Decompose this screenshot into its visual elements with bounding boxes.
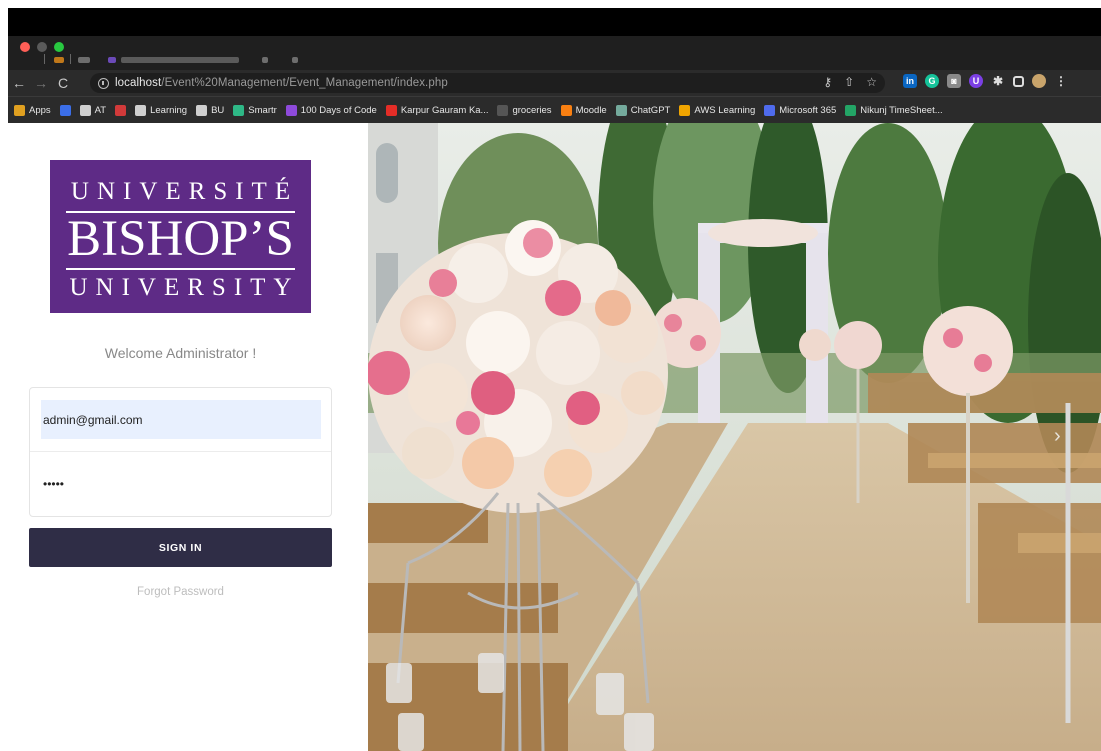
logo-rule-bottom [66, 268, 295, 270]
grammarly-icon[interactable]: G [925, 74, 939, 88]
bookmark-label: BU [211, 104, 225, 116]
url-host: localhost [115, 77, 162, 89]
new-tab-icon[interactable] [292, 57, 298, 63]
camera-icon[interactable]: ◙ [947, 74, 961, 88]
bookmark-label: Smartr [248, 104, 277, 116]
apps-grid-icon [14, 104, 25, 116]
bookmark-red-icon [115, 104, 127, 116]
page: ← → C localhost/Event%20Management/Event… [0, 0, 1101, 751]
bookmark-blue-icon [59, 104, 71, 116]
bookmark-label: groceries [512, 104, 552, 116]
key-icon[interactable]: ⚷ [823, 75, 832, 89]
bookmark-item[interactable]: Learning [135, 104, 188, 116]
bookmark-item[interactable]: Karpur Gauram Ka... [385, 104, 489, 116]
tab-favicon[interactable] [78, 57, 90, 63]
menu-icon[interactable]: ⋮ [1054, 74, 1068, 88]
bookmark-label: Apps [29, 104, 51, 116]
university-logo: UNIVERSITÉ BISHOP’S UNIVERSITY [50, 160, 311, 313]
omnibox-icons: ⚷ ⇧ ☆ [823, 75, 877, 89]
logo-line-3: UNIVERSITY [69, 274, 300, 301]
aws-icon [679, 104, 691, 116]
form-divider [30, 451, 331, 452]
extension-u-icon[interactable]: U [969, 74, 983, 88]
moodle-icon [560, 104, 572, 116]
bookmark-label: AWS Learning [694, 104, 756, 116]
forgot-password-link[interactable]: Forgot Password [8, 586, 353, 598]
sidepanel-icon[interactable] [1013, 75, 1024, 87]
url-text: localhost/Event%20Management/Event_Manag… [115, 77, 448, 89]
bookmark-label: Moodle [575, 104, 607, 116]
email-field[interactable] [41, 400, 321, 439]
youtube-icon [385, 104, 397, 116]
bookmark-label: Karpur Gauram Ka... [400, 104, 489, 116]
bookmark-item[interactable] [59, 104, 71, 116]
profile-icon[interactable] [1032, 74, 1046, 88]
bookmarks-bar: Apps AT Learning BU Smartr 100 Days of Code Ka… [8, 96, 1101, 123]
welcome-heading: Welcome Administrator ! [104, 345, 257, 361]
bookmark-item[interactable]: Smartr [233, 104, 277, 116]
address-bar[interactable]: localhost/Event%20Management/Event_Manag… [90, 73, 885, 93]
password-field[interactable] [41, 466, 321, 502]
tab-separator [70, 54, 71, 64]
browser-toolbar: ← → C localhost/Event%20Management/Event… [8, 70, 1101, 96]
bookmark-label: AT [94, 104, 107, 116]
zoom-window-button[interactable] [54, 42, 64, 52]
bookmark-item[interactable] [115, 104, 127, 116]
code-icon [285, 104, 297, 116]
share-icon[interactable]: ⇧ [844, 75, 854, 89]
tab-favicon[interactable] [54, 57, 64, 63]
puzzle-icon[interactable]: ✱ [991, 74, 1005, 88]
linkedin-icon[interactable]: in [903, 74, 917, 88]
bookmark-item[interactable]: BU [196, 104, 225, 116]
browser-chrome: ← → C localhost/Event%20Management/Event… [8, 8, 1101, 123]
bookmark-item[interactable]: AWS Learning [679, 104, 756, 116]
globe-icon [79, 104, 91, 116]
bookmark-label: 100 Days of Code [300, 104, 377, 116]
bookmark-item[interactable]: Moodle [560, 104, 607, 116]
bookmark-item[interactable]: Microsoft 365 [764, 104, 837, 116]
login-form [29, 387, 332, 517]
chatgpt-icon [615, 104, 627, 116]
url-path: /Event%20Management/Event_Management/ind… [161, 77, 448, 89]
sign-in-button[interactable]: SIGN IN [29, 528, 332, 567]
bookmark-item[interactable]: 100 Days of Code [285, 104, 377, 116]
wedding-venue-photo: › [368, 123, 1101, 751]
logo-line-1: UNIVERSITÉ [70, 178, 299, 205]
bookmark-item[interactable]: groceries [497, 104, 552, 116]
folder-icon [135, 104, 147, 116]
extensions-area: in G ◙ U ✱ ⋮ [903, 74, 1068, 88]
forward-arrow-icon[interactable]: → [30, 75, 52, 91]
bookmark-item[interactable]: Apps [14, 104, 51, 116]
folder-icon [196, 104, 208, 116]
sheets-icon [845, 104, 857, 116]
star-icon[interactable]: ☆ [866, 75, 877, 89]
bookmark-label: Learning [150, 104, 188, 116]
logo-line-2: BISHOP’S [67, 211, 294, 267]
window-controls [20, 42, 64, 52]
bookmark-item[interactable]: Nikunj TimeSheet... [845, 104, 943, 116]
bookmark-item[interactable]: AT [79, 104, 107, 116]
bookmark-label: ChatGPT [630, 104, 671, 116]
tab-close-icon[interactable] [262, 57, 268, 63]
tab-strip [8, 36, 1101, 70]
login-panel: UNIVERSITÉ BISHOP’S UNIVERSITY Welcome A… [8, 123, 368, 751]
tab-separator [44, 54, 45, 64]
site-info-icon[interactable] [98, 77, 109, 89]
photo-illustration [368, 123, 1101, 751]
bookmark-label: Nikunj TimeSheet... [860, 104, 943, 116]
active-tab-title[interactable] [121, 57, 239, 63]
groceries-icon [497, 104, 509, 116]
minimize-window-button[interactable] [37, 42, 47, 52]
close-window-button[interactable] [20, 42, 30, 52]
bookmark-label: Microsoft 365 [779, 104, 837, 116]
bookmark-item[interactable]: ChatGPT [615, 104, 671, 116]
carousel-next-icon[interactable]: › [1054, 425, 1061, 448]
microsoft365-icon [764, 104, 776, 116]
active-tab-favicon[interactable] [108, 57, 116, 63]
back-arrow-icon[interactable]: ← [8, 75, 30, 91]
reload-icon[interactable]: C [52, 75, 74, 91]
smartr-icon [233, 104, 245, 116]
